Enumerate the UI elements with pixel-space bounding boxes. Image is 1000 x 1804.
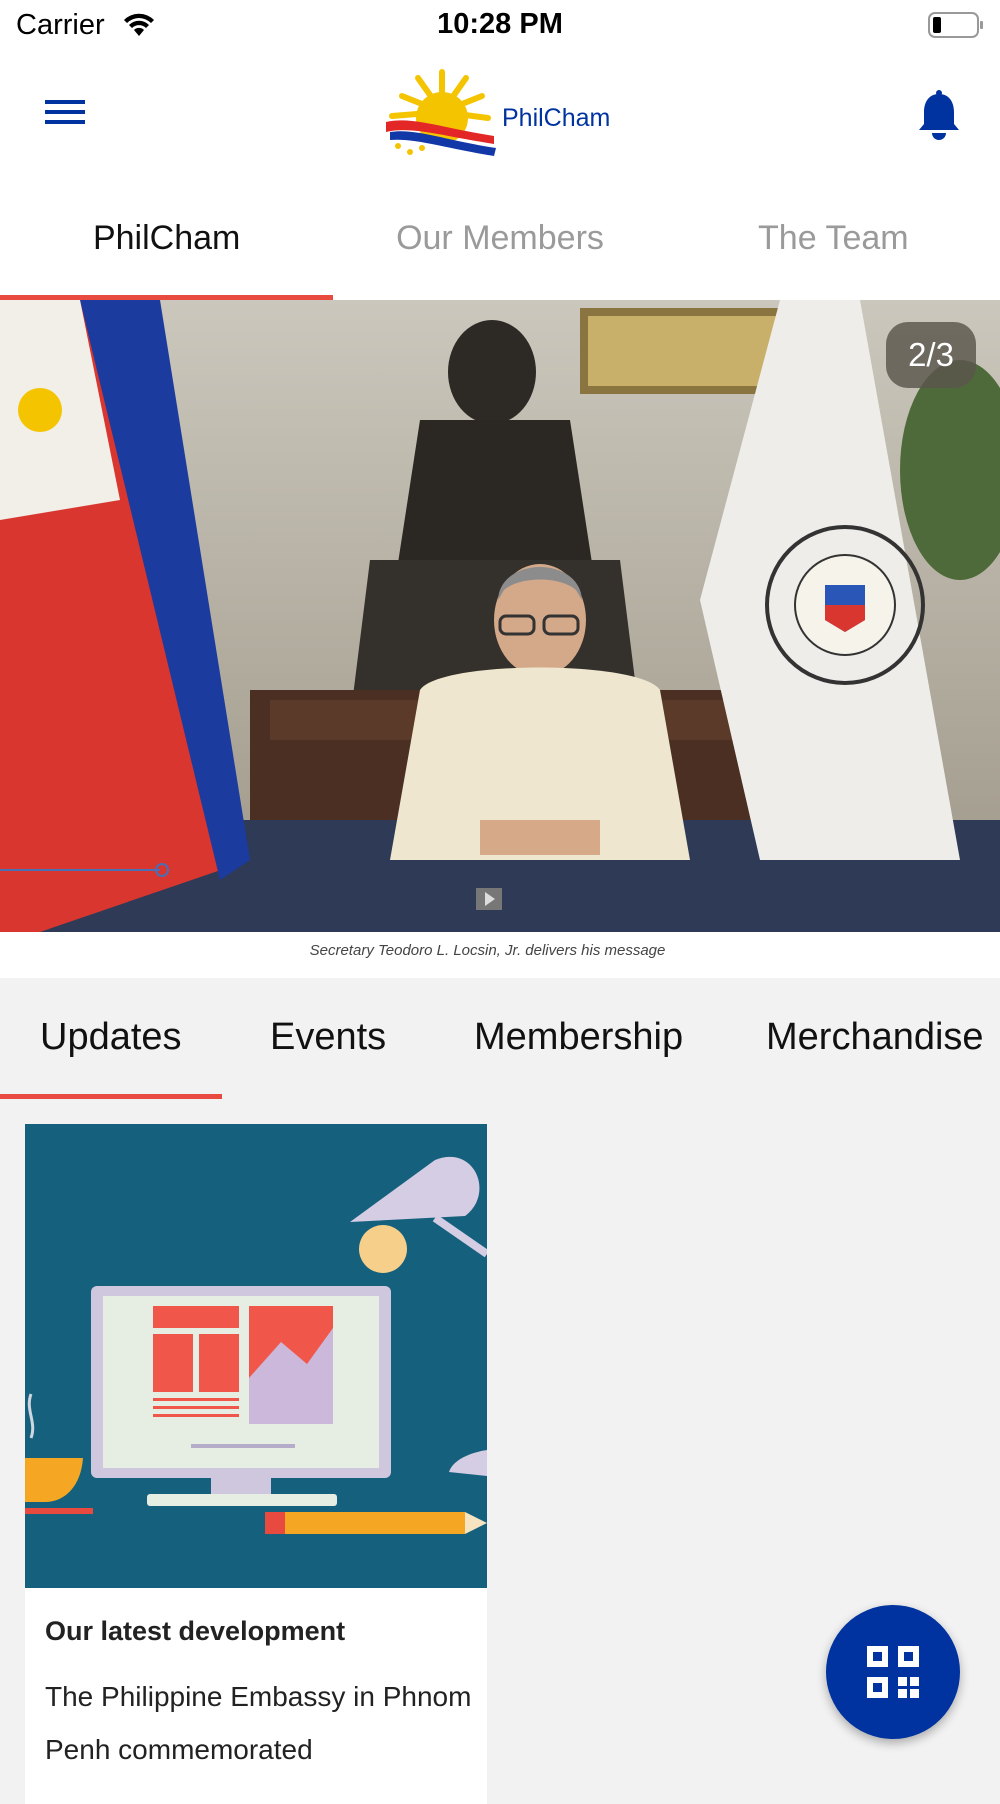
- tab-merchandise[interactable]: Merchandise: [766, 1016, 984, 1059]
- app-header: PhilCham: [0, 52, 1000, 180]
- update-card-title: Our latest development: [45, 1616, 346, 1646]
- hero-carousel[interactable]: 2/3: [0, 300, 1000, 932]
- hero-caption-bar: Secretary Teodoro L. Locsin, Jr. deliver…: [0, 932, 1000, 978]
- tab-updates[interactable]: Updates: [40, 1016, 182, 1059]
- status-bar: Carrier 10:28 PM: [0, 0, 1000, 52]
- tab-our-members[interactable]: Our Members: [333, 180, 666, 300]
- update-card[interactable]: Our latest development The Philippine Em…: [25, 1124, 487, 1804]
- clock: 10:28 PM: [437, 8, 563, 40]
- hero-caption: Secretary Teodoro L. Locsin, Jr. deliver…: [309, 942, 666, 959]
- qr-code-button[interactable]: [826, 1605, 960, 1739]
- tab-philcham[interactable]: PhilCham: [0, 180, 334, 300]
- qr-code-icon: [867, 1646, 919, 1698]
- tab-the-team[interactable]: The Team: [667, 180, 1000, 300]
- tab-events[interactable]: Events: [270, 1016, 386, 1059]
- hamburger-menu-icon[interactable]: [40, 92, 90, 132]
- slide-counter: 2/3: [886, 322, 976, 388]
- logo-text: PhilCham: [502, 104, 611, 132]
- sun-flag-logo-icon: [386, 69, 496, 156]
- tab-membership[interactable]: Membership: [474, 1016, 683, 1059]
- section-tab-indicator: [0, 1094, 222, 1099]
- section-tab-bar: Updates Events Membership Merchandise: [0, 978, 1000, 1099]
- update-card-image: [25, 1124, 487, 1588]
- philcham-logo[interactable]: PhilCham: [382, 66, 622, 162]
- top-tab-bar: PhilCham Our Members The Team: [0, 180, 1000, 300]
- bell-icon[interactable]: [916, 90, 962, 142]
- battery-icon: [928, 11, 984, 44]
- update-card-excerpt: The Philippine Embassy in Phnom Penh com…: [45, 1681, 472, 1765]
- hero-photo: [0, 300, 1000, 932]
